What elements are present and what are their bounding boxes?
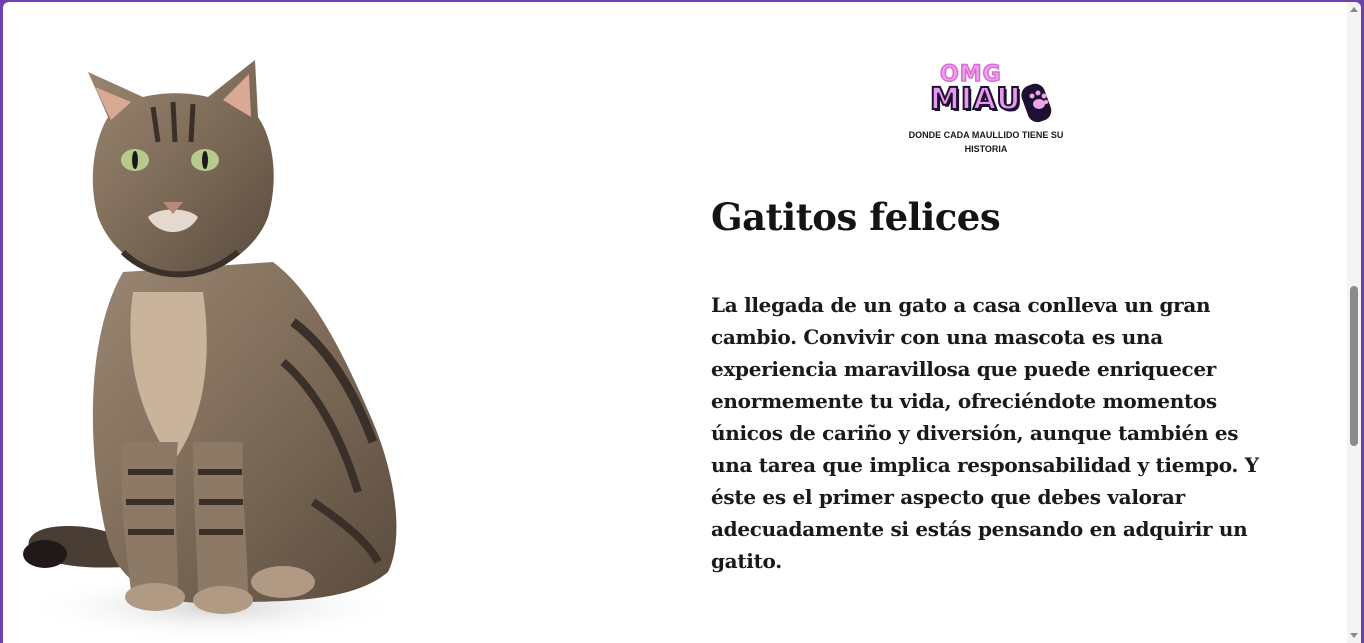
intro-paragraph: La llegada de un gato a casa conlleva un… [711, 293, 1259, 573]
scroll-down-arrow-icon[interactable] [1350, 633, 1358, 638]
page-title: Gatitos felices [711, 195, 1001, 239]
scroll-up-arrow-icon[interactable] [1350, 7, 1358, 12]
paw-icon [1021, 83, 1052, 123]
page-frame: OMG MIAU DONDE CADA MAULLIDO TIENE SU HI… [3, 2, 1361, 643]
cat-photo [13, 42, 413, 642]
logo-miau-text: MIAU [929, 81, 1022, 118]
scroll-thumb[interactable] [1350, 286, 1358, 446]
vertical-scrollbar[interactable] [1347, 2, 1361, 643]
brand-logo[interactable]: OMG MIAU DONDE CADA MAULLIDO TIENE SU HI… [908, 61, 1064, 157]
logo-tagline: DONDE CADA MAULLIDO TIENE SU HISTORIA [908, 130, 1064, 154]
